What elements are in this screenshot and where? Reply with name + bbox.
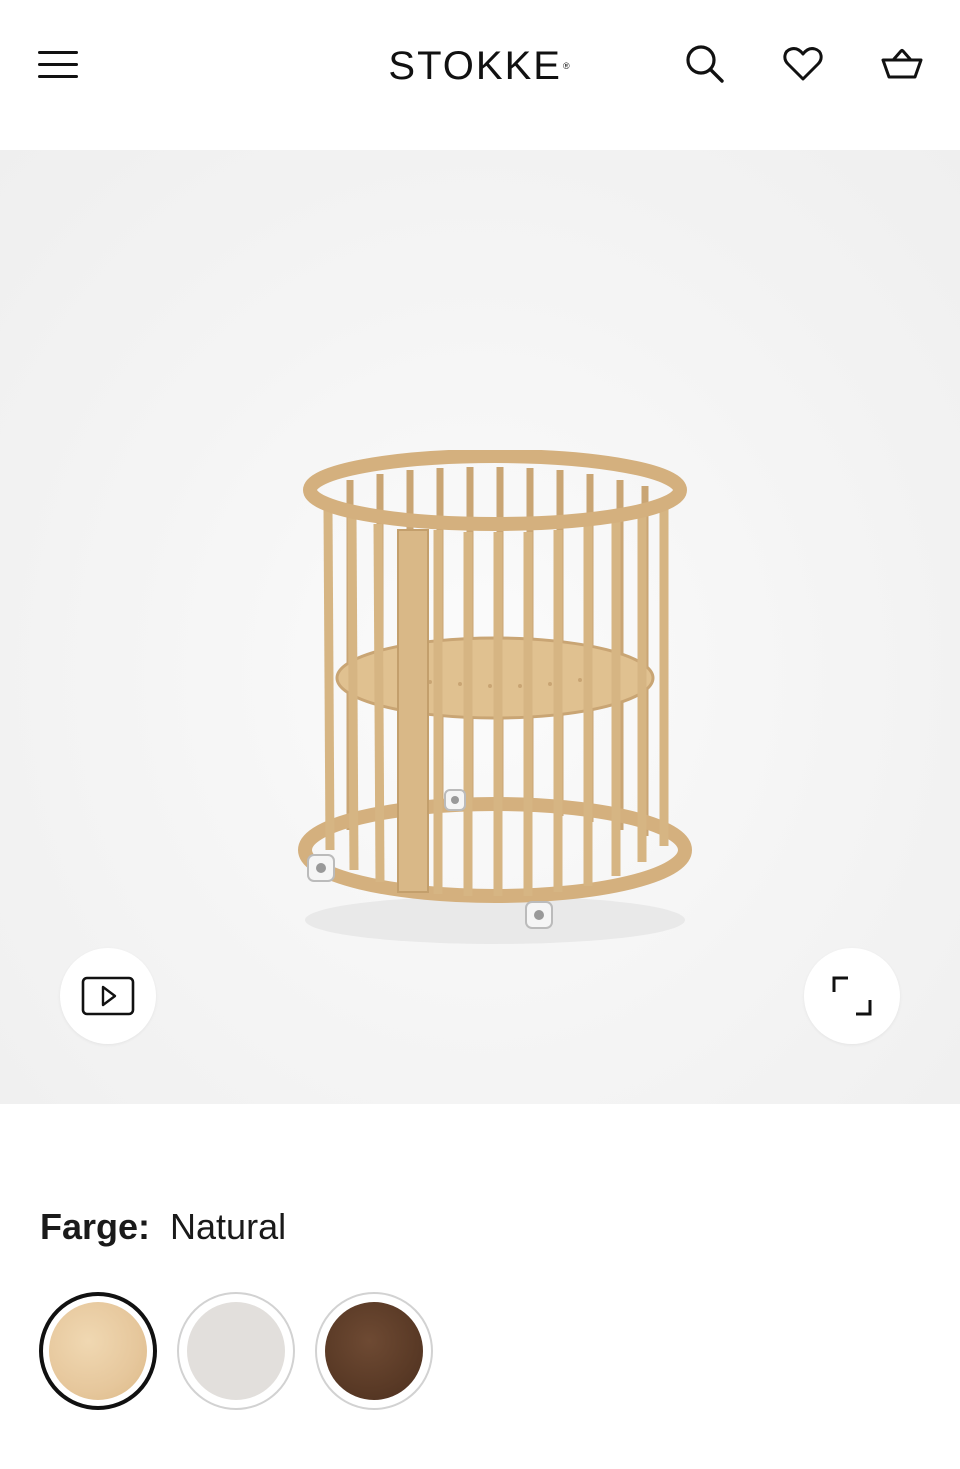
cart-button[interactable]: [875, 38, 929, 90]
menu-icon: [38, 51, 78, 78]
basket-icon: [881, 49, 923, 79]
logo-text: STOKKE: [388, 43, 562, 88]
swatch-fill: [49, 1302, 147, 1400]
color-selector-heading: Farge: Natural: [40, 1206, 286, 1248]
swatch-fill: [187, 1302, 285, 1400]
color-label: Farge:: [40, 1206, 151, 1247]
crib-product-image: [298, 450, 692, 944]
swatch-fill: [325, 1302, 423, 1400]
search-button[interactable]: [679, 38, 731, 90]
heart-icon: [783, 47, 823, 81]
play-video-button[interactable]: [60, 948, 156, 1044]
wishlist-button[interactable]: [777, 38, 829, 90]
expand-icon: [832, 976, 872, 1016]
fullscreen-button[interactable]: [804, 948, 900, 1044]
site-header: STOKKE ®: [0, 0, 960, 150]
play-icon: [81, 976, 135, 1016]
color-swatch-walnut[interactable]: [315, 1292, 433, 1410]
menu-button[interactable]: [34, 40, 84, 90]
search-icon: [686, 45, 724, 83]
color-swatch-natural[interactable]: [39, 1292, 157, 1410]
color-swatch-white[interactable]: [177, 1292, 295, 1410]
stokke-logo[interactable]: STOKKE ®: [380, 40, 580, 92]
selected-color-name: Natural: [170, 1206, 287, 1247]
product-gallery[interactable]: [0, 150, 960, 1104]
logo-registered-mark: ®: [562, 61, 572, 71]
